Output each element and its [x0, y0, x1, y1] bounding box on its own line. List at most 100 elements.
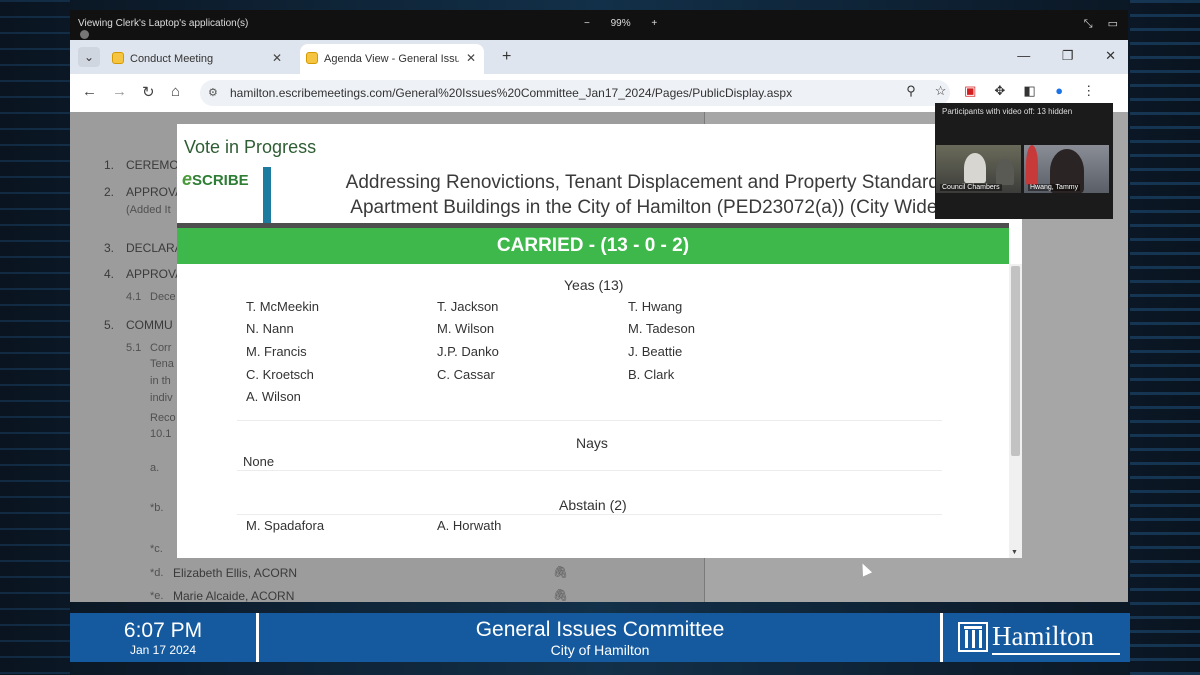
tab-agenda-view[interactable]: Agenda View - General Issues C ✕: [300, 44, 484, 74]
close-tab-icon[interactable]: ✕: [466, 51, 476, 65]
window-icon[interactable]: ▭: [1108, 18, 1118, 30]
yea-voter: C. Cassar: [437, 367, 495, 382]
yea-voter: J.P. Danko: [437, 344, 499, 359]
agenda-item[interactable]: Marie Alcaide, ACORN: [173, 589, 294, 602]
participant-video-panel: Participants with video off: 13 hidden C…: [935, 103, 1113, 219]
vote-item-header: eSCRIBE Addressing Renovictions, Tenant …: [177, 165, 1022, 223]
divider: [256, 613, 259, 662]
browser-window: ⌄ Conduct Meeting ✕ Agenda View - Genera…: [70, 40, 1128, 112]
broadcast-lower-third: 6:07 PM Jan 17 2024 General Issues Commi…: [70, 613, 1130, 662]
window-controls: — ❐ ✕: [989, 48, 1116, 64]
clock-time: 6:07 PM: [123, 619, 203, 642]
agenda-item: (Added It: [126, 204, 171, 216]
home-icon[interactable]: ⌂: [171, 83, 180, 100]
search-icon[interactable]: ⚲: [898, 83, 924, 99]
video-tile-name: Council Chambers: [940, 184, 1002, 191]
video-tile[interactable]: Hwang, Tammy: [1024, 145, 1109, 193]
tab-search-button[interactable]: ⌄: [78, 47, 100, 67]
scroll-down-icon[interactable]: ▼: [1011, 549, 1018, 556]
menu-icon[interactable]: ⋮: [1076, 83, 1102, 99]
zoom-out-button[interactable]: −: [584, 18, 590, 29]
background-decoration: [1130, 0, 1200, 675]
pop-out-icon[interactable]: ⤡: [1084, 18, 1093, 30]
hamilton-logo-text: Hamilton: [992, 621, 1094, 651]
section-divider: [237, 470, 942, 471]
yea-voter: M. Tadeson: [628, 321, 695, 336]
minimize-icon[interactable]: —: [1017, 48, 1030, 63]
video-tile[interactable]: Council Chambers: [936, 145, 1021, 193]
agenda-item[interactable]: APPROVA: [126, 185, 183, 199]
background-decoration: [0, 0, 70, 675]
screen-share-title: Viewing Clerk's Laptop's application(s): [78, 18, 249, 29]
new-tab-button[interactable]: +: [502, 48, 511, 66]
yea-voter: M. Francis: [246, 344, 307, 359]
attachment-icon[interactable]: 🖇: [553, 588, 568, 602]
motion-title: Addressing Renovictions, Tenant Displace…: [345, 172, 949, 218]
reload-icon[interactable]: ↻: [142, 83, 155, 101]
yea-voter: M. Wilson: [437, 321, 495, 336]
yea-voter: A. Wilson: [246, 389, 301, 404]
agenda-item[interactable]: APPROVA: [126, 267, 183, 281]
agenda-number: *b.: [150, 502, 164, 514]
agenda-number: 3.: [104, 241, 115, 255]
agenda-item[interactable]: CEREMO: [126, 158, 179, 172]
city-name: City of Hamilton: [550, 642, 650, 658]
address-bar[interactable]: ⚙ hamilton.escribemeetings.com/General%2…: [200, 80, 950, 106]
zoom-in-button[interactable]: +: [651, 18, 657, 29]
section-divider: [237, 514, 942, 515]
attachment-icon[interactable]: 🖇: [553, 565, 568, 579]
vote-modal-title: Vote in Progress: [184, 137, 317, 157]
side-panel-icon[interactable]: ◧: [1017, 83, 1043, 99]
agenda-item[interactable]: Dece: [150, 291, 176, 303]
close-window-icon[interactable]: ✕: [1105, 48, 1116, 63]
agenda-item: Tena: [150, 358, 174, 370]
tab-strip: ⌄ Conduct Meeting ✕ Agenda View - Genera…: [70, 40, 1128, 74]
acrobat-extension-icon[interactable]: ▣: [957, 83, 983, 99]
agenda-item: 10.1: [150, 428, 172, 440]
participant-figure: [996, 159, 1014, 185]
site-info-icon[interactable]: ⚙: [208, 86, 218, 99]
agenda-number: *d.: [150, 567, 164, 579]
agenda-item: indiv: [150, 392, 173, 404]
screen-share-bar: Viewing Clerk's Laptop's application(s) …: [70, 10, 1128, 40]
yea-voter: C. Kroetsch: [246, 367, 314, 382]
yea-voter: T. Jackson: [437, 299, 499, 314]
extensions-icon[interactable]: ✥: [987, 83, 1013, 99]
scrollbar-thumb[interactable]: [1011, 266, 1020, 456]
abstain-voter: A. Horwath: [437, 518, 502, 533]
agenda-item[interactable]: Elizabeth Ellis, ACORN: [173, 566, 297, 580]
abstain-voter: M. Spadafora: [246, 518, 325, 533]
escribe-favicon-icon: [112, 52, 124, 64]
tab-label: Conduct Meeting: [130, 53, 214, 65]
modal-scrollbar[interactable]: ▼: [1009, 264, 1022, 558]
zoom-controls: − 99% +: [575, 18, 666, 29]
participant-figure: [964, 153, 986, 183]
agenda-item[interactable]: DECLARA: [126, 241, 183, 255]
hidden-participants-label: Participants with video off: 13 hidden: [942, 107, 1073, 116]
close-tab-icon[interactable]: ✕: [272, 51, 282, 65]
tab-conduct-meeting[interactable]: Conduct Meeting ✕: [106, 44, 290, 74]
agenda-item: Reco: [150, 412, 176, 424]
vote-modal: Vote in Progress eSCRIBE Addressing Reno…: [177, 124, 1022, 558]
yea-voter: N. Nann: [246, 321, 294, 336]
zoom-level: 99%: [610, 18, 631, 29]
agenda-number: 5.1: [126, 342, 142, 354]
flag-figure: [1026, 145, 1038, 185]
agenda-number: 2.: [104, 185, 115, 199]
agenda-item[interactable]: COMMU: [126, 318, 173, 332]
agenda-number: 1.: [104, 158, 115, 172]
bookmark-star-icon[interactable]: ☆: [928, 83, 954, 99]
restore-icon[interactable]: ❐: [1062, 48, 1074, 63]
vote-result-banner: CARRIED - (13 - 0 - 2): [177, 228, 1009, 264]
agenda-number: 5.: [104, 318, 115, 332]
section-divider: [237, 420, 942, 421]
back-icon[interactable]: ←: [82, 83, 97, 100]
committee-caption: General Issues Committee City of Hamilto…: [260, 613, 940, 658]
agenda-item[interactable]: Corr: [150, 342, 171, 354]
toolbar-actions: ⚲ ☆ ▣ ✥ ◧ ● ⋮: [906, 83, 1102, 99]
forward-icon[interactable]: →: [112, 83, 127, 100]
nays-heading: Nays: [576, 435, 608, 451]
logo-divider: [263, 167, 271, 223]
profile-icon[interactable]: ●: [1046, 83, 1072, 98]
agenda-number: *c.: [150, 543, 163, 555]
